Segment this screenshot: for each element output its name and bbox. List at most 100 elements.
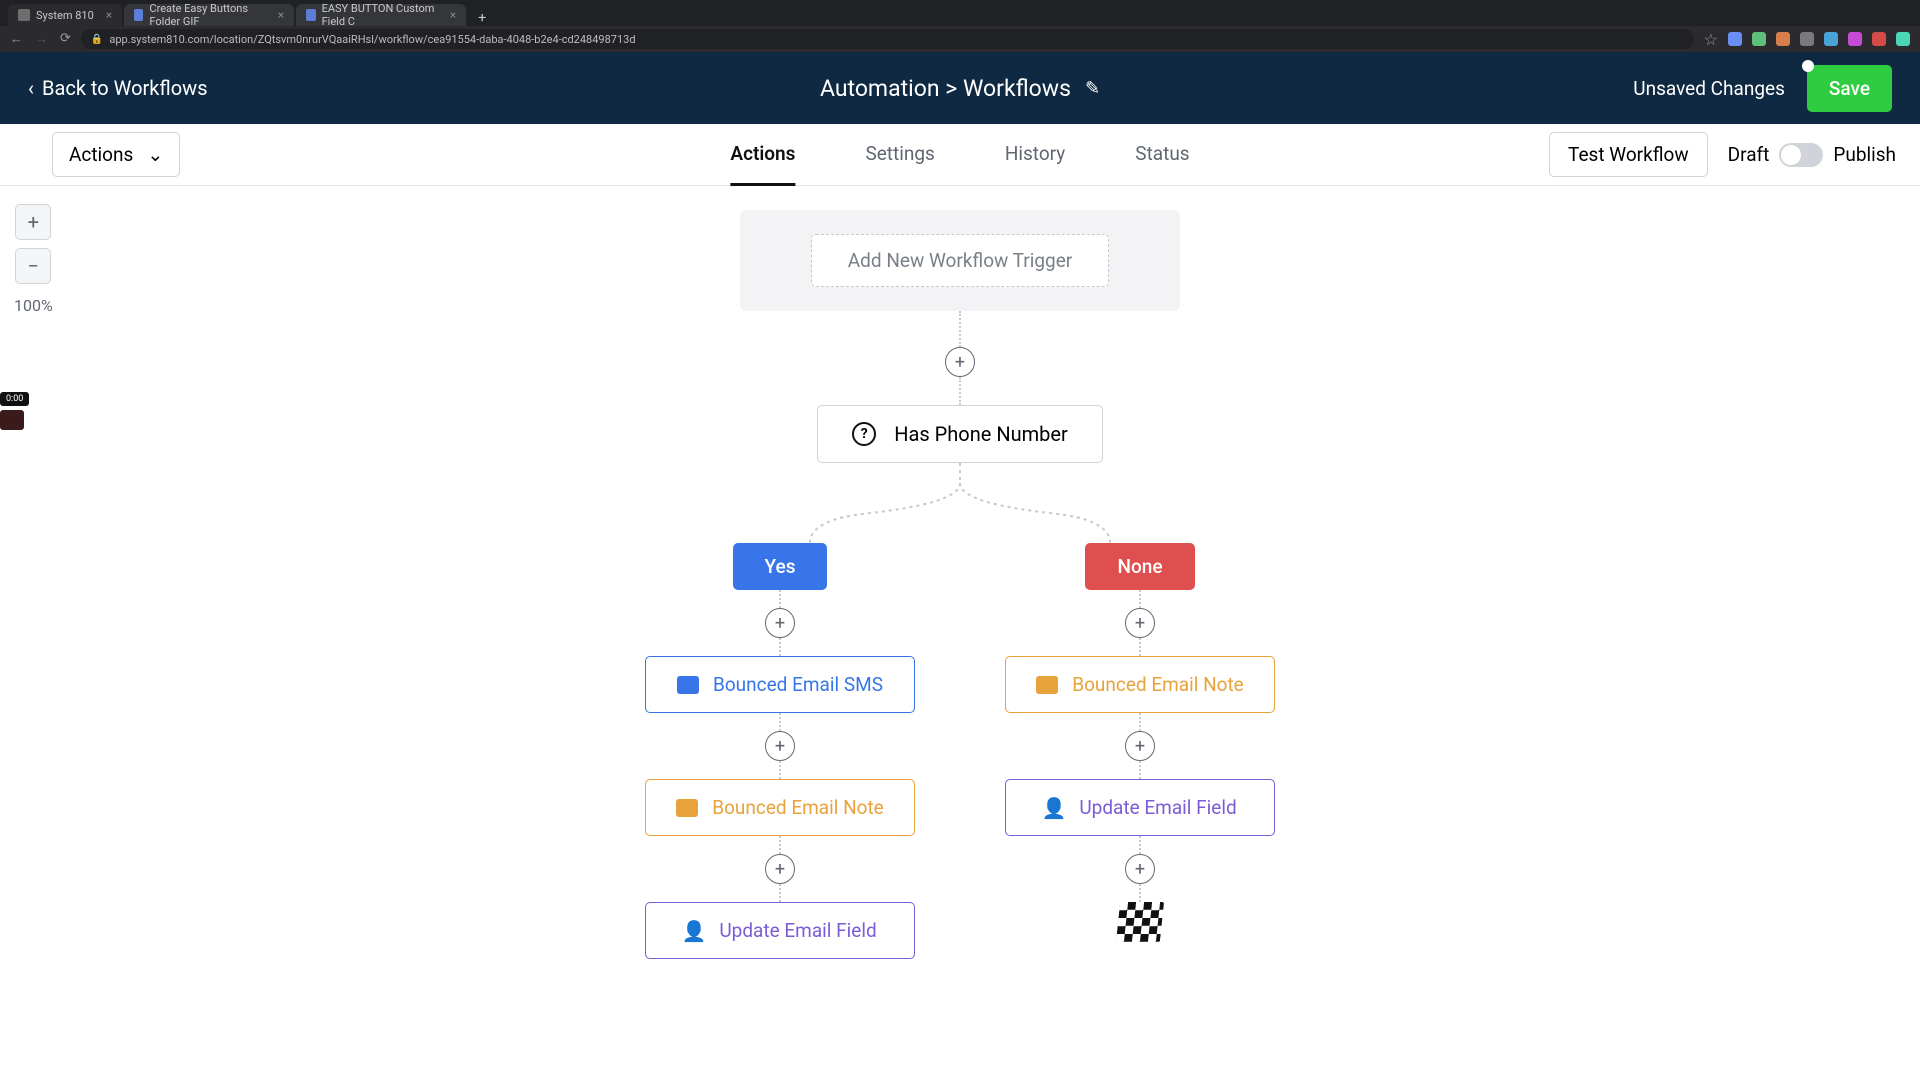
close-icon[interactable]: × xyxy=(450,8,456,22)
branch-none-label[interactable]: None xyxy=(1085,543,1194,590)
user-icon: 👤 xyxy=(683,922,705,940)
lock-icon: 🔒 xyxy=(91,34,103,45)
add-step-button[interactable]: + xyxy=(765,608,795,638)
close-icon[interactable]: × xyxy=(106,8,112,22)
connector-line xyxy=(779,836,781,854)
note-icon xyxy=(1036,676,1058,694)
workflow-canvas[interactable]: + − 100% 0:00 Add New Workflow Trigger +… xyxy=(0,186,1920,1080)
action-bounced-email-sms[interactable]: Bounced Email SMS xyxy=(645,656,915,713)
address-bar[interactable]: 🔒 app.system810.com/location/ZQtsvm0nrur… xyxy=(81,29,1694,49)
chevron-left-icon: ‹ xyxy=(28,76,34,100)
back-label: Back to Workflows xyxy=(42,76,208,100)
connector-line xyxy=(959,311,961,347)
branch-none-column: None + Bounced Email Note + 👤 Update Ema… xyxy=(1005,543,1275,959)
back-icon[interactable]: ← xyxy=(10,31,23,47)
add-step-button[interactable]: + xyxy=(1125,854,1155,884)
toggle-knob xyxy=(1781,145,1801,165)
tab-settings[interactable]: Settings xyxy=(865,124,934,186)
action-update-email-field[interactable]: 👤 Update Email Field xyxy=(1005,779,1275,836)
chevron-down-icon: ⌄ xyxy=(147,143,163,166)
draft-label: Draft xyxy=(1728,143,1770,166)
add-step-button[interactable]: + xyxy=(1125,731,1155,761)
finish-flag-icon xyxy=(1116,902,1164,942)
add-step-button[interactable]: + xyxy=(765,731,795,761)
extension-icon[interactable] xyxy=(1824,32,1838,46)
browser-chrome: System 810 × Create Easy Buttons Folder … xyxy=(0,0,1920,52)
connector-line xyxy=(1139,638,1141,656)
recorder-time: 0:00 xyxy=(0,392,29,406)
note-icon xyxy=(676,799,698,817)
add-step-button[interactable]: + xyxy=(765,854,795,884)
add-step-button[interactable]: + xyxy=(1125,608,1155,638)
tab-favicon-icon xyxy=(18,9,30,21)
action-label: Update Email Field xyxy=(1079,796,1236,819)
page-title: Automation > Workflows ✎ xyxy=(820,75,1100,102)
condition-label: Has Phone Number xyxy=(894,422,1068,446)
pencil-icon[interactable]: ✎ xyxy=(1085,78,1100,99)
action-label: Bounced Email Note xyxy=(1072,673,1244,696)
add-trigger-button[interactable]: Add New Workflow Trigger xyxy=(811,234,1109,287)
close-icon[interactable]: × xyxy=(278,8,284,22)
connector-line xyxy=(779,638,781,656)
extension-icon[interactable] xyxy=(1728,32,1742,46)
browser-tab[interactable]: Create Easy Buttons Folder GIF × xyxy=(124,4,294,26)
breadcrumb: Automation > Workflows xyxy=(820,75,1071,102)
save-label: Save xyxy=(1829,77,1870,100)
tab-title: Create Easy Buttons Folder GIF xyxy=(149,2,265,28)
user-icon: 👤 xyxy=(1043,799,1065,817)
action-label: Bounced Email SMS xyxy=(713,673,883,696)
zoom-in-button[interactable]: + xyxy=(15,204,51,240)
unsaved-changes-label: Unsaved Changes xyxy=(1633,77,1785,100)
zoom-out-button[interactable]: − xyxy=(15,248,51,284)
bookmark-icon[interactable]: ☆ xyxy=(1704,30,1718,49)
publish-toggle-group: Draft Publish xyxy=(1728,143,1896,167)
test-workflow-button[interactable]: Test Workflow xyxy=(1549,132,1708,177)
trigger-container: Add New Workflow Trigger xyxy=(740,210,1180,311)
connector-line xyxy=(959,377,961,405)
zoom-level: 100% xyxy=(14,296,53,315)
back-to-workflows-link[interactable]: ‹ Back to Workflows xyxy=(28,76,208,100)
branch-yes-label[interactable]: Yes xyxy=(733,543,828,590)
connector-line xyxy=(1139,713,1141,731)
publish-label: Publish xyxy=(1833,143,1896,166)
action-label: Bounced Email Note xyxy=(712,796,884,819)
branch-yes-column: Yes + Bounced Email SMS + Bounced Email … xyxy=(645,543,915,959)
recorder-stop-icon[interactable] xyxy=(0,410,24,430)
tab-history[interactable]: History xyxy=(1005,124,1065,186)
reload-icon[interactable]: ⟳ xyxy=(60,31,71,47)
forward-icon[interactable]: → xyxy=(35,31,48,47)
extension-icon[interactable] xyxy=(1776,32,1790,46)
save-button[interactable]: Save xyxy=(1807,65,1892,112)
tab-title: EASY BUTTON Custom Field C xyxy=(322,2,438,28)
extension-icon[interactable] xyxy=(1752,32,1766,46)
actions-dropdown[interactable]: Actions ⌄ xyxy=(52,132,180,177)
extension-icon[interactable] xyxy=(1872,32,1886,46)
connector-line xyxy=(779,884,781,902)
tab-favicon-icon xyxy=(134,9,143,21)
connector-line xyxy=(1139,590,1141,608)
screen-recorder-widget[interactable]: 0:00 xyxy=(0,386,29,430)
condition-node[interactable]: ? Has Phone Number xyxy=(817,405,1103,463)
browser-tab[interactable]: System 810 × xyxy=(8,4,122,26)
zoom-controls: + − 100% xyxy=(14,204,53,315)
extension-icon[interactable] xyxy=(1800,32,1814,46)
connector-line xyxy=(779,713,781,731)
dropdown-label: Actions xyxy=(69,143,133,166)
question-icon: ? xyxy=(852,422,876,446)
nav-tabs: Actions Settings History Status xyxy=(730,124,1189,186)
browser-tab[interactable]: EASY BUTTON Custom Field C × xyxy=(296,4,466,26)
workflow-subnav: Actions ⌄ Actions Settings History Statu… xyxy=(0,124,1920,186)
extension-icons: ☆ xyxy=(1704,30,1910,49)
extension-icon[interactable] xyxy=(1896,32,1910,46)
action-update-email-field[interactable]: 👤 Update Email Field xyxy=(645,902,915,959)
branch-columns: Yes + Bounced Email SMS + Bounced Email … xyxy=(645,543,1275,959)
add-step-button[interactable]: + xyxy=(945,347,975,377)
action-bounced-email-note[interactable]: Bounced Email Note xyxy=(1005,656,1275,713)
new-tab-button[interactable]: + xyxy=(468,10,496,26)
publish-toggle[interactable] xyxy=(1779,143,1823,167)
extension-icon[interactable] xyxy=(1848,32,1862,46)
connector-line xyxy=(1139,836,1141,854)
tab-actions[interactable]: Actions xyxy=(730,124,795,186)
action-bounced-email-note[interactable]: Bounced Email Note xyxy=(645,779,915,836)
tab-status[interactable]: Status xyxy=(1135,124,1189,186)
